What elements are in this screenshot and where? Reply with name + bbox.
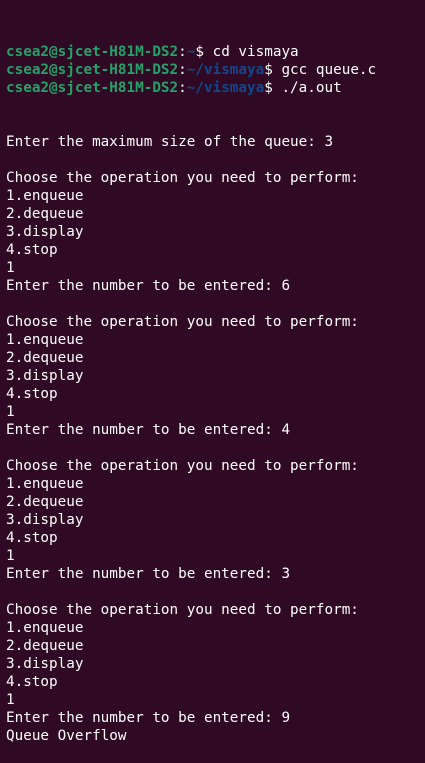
prompt-line: csea2@sjcet-H81M-DS2:~$ cd vismaya	[6, 43, 425, 61]
prompt-separator: :	[178, 80, 187, 96]
output-line: Enter the number to be entered: 6	[6, 278, 291, 294]
output-line: Enter the number to be entered: 4	[6, 422, 291, 438]
prompt-user-host: csea2@sjcet-H81M-DS2	[6, 44, 179, 60]
output-line: 2.dequeue	[6, 494, 84, 510]
output-line: Enter the number to be entered: 9	[6, 710, 291, 726]
prompt-command: gcc queue.c	[281, 62, 377, 78]
output-line: 1.enqueue	[6, 332, 84, 348]
output-line: Choose the operation you need to perform…	[6, 458, 359, 474]
output-line: Enter the number to be entered: 3	[6, 566, 291, 582]
output-line: 1	[6, 548, 15, 564]
output-line: 4.stop	[6, 674, 58, 690]
prompt-symbol: $	[264, 62, 282, 78]
prompt-lines: csea2@sjcet-H81M-DS2:~$ cd vismaya csea2@…	[6, 43, 425, 97]
output-line: 4.stop	[6, 386, 58, 402]
output-line: 3.display	[6, 512, 84, 528]
output-line: 4.stop	[6, 530, 58, 546]
output-line: Choose the operation you need to perform…	[6, 602, 359, 618]
program-output: Enter the maximum size of the queue: 3 Ch…	[6, 133, 425, 745]
prompt-line: csea2@sjcet-H81M-DS2:~/vismaya$ gcc queu…	[6, 61, 425, 79]
output-line: 2.dequeue	[6, 638, 84, 654]
prompt-separator: :	[178, 44, 187, 60]
prompt-user-host: csea2@sjcet-H81M-DS2	[6, 80, 179, 96]
output-line: 3.display	[6, 656, 84, 672]
output-line: 1	[6, 260, 15, 276]
output-line: 3.display	[6, 368, 84, 384]
prompt-user-host: csea2@sjcet-H81M-DS2	[6, 62, 179, 78]
output-line: 2.dequeue	[6, 206, 84, 222]
output-line: 1	[6, 692, 15, 708]
prompt-line: csea2@sjcet-H81M-DS2:~/vismaya$ ./a.out	[6, 79, 425, 97]
output-line: Choose the operation you need to perform…	[6, 170, 359, 186]
output-line: 3.display	[6, 224, 84, 240]
output-line: 1	[6, 404, 15, 420]
output-line: 1.enqueue	[6, 188, 84, 204]
output-line: 2.dequeue	[6, 350, 84, 366]
prompt-command: cd vismaya	[212, 44, 299, 60]
output-line: Choose the operation you need to perform…	[6, 314, 359, 330]
output-line: 1.enqueue	[6, 620, 84, 636]
prompt-command: ./a.out	[281, 80, 342, 96]
output-line: Queue Overflow	[6, 728, 127, 744]
output-line: Enter the maximum size of the queue: 3	[6, 134, 334, 150]
terminal-window[interactable]: csea2@sjcet-H81M-DS2:~$ cd vismaya csea2@…	[0, 0, 425, 744]
prompt-path: ~/vismaya	[186, 80, 265, 96]
prompt-path: ~/vismaya	[186, 62, 265, 78]
prompt-symbol: $	[195, 44, 213, 60]
output-line: 1.enqueue	[6, 476, 84, 492]
prompt-symbol: $	[264, 80, 282, 96]
prompt-separator: :	[178, 62, 187, 78]
output-line: 4.stop	[6, 242, 58, 258]
